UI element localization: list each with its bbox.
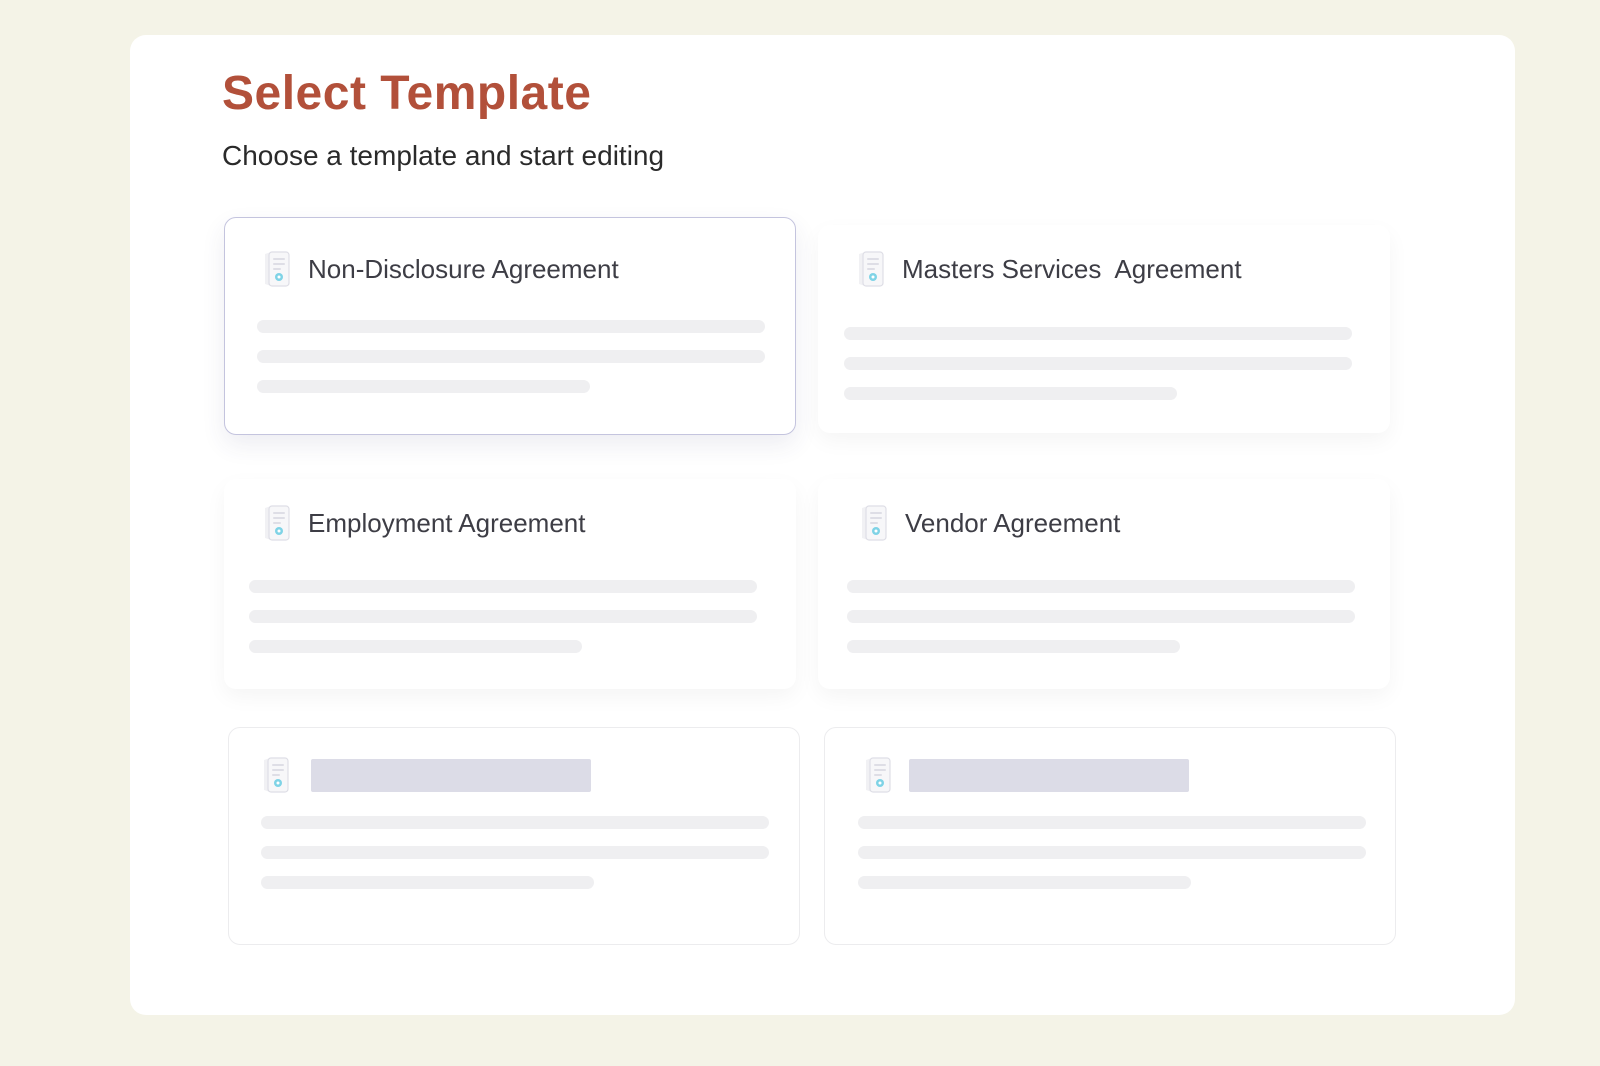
preview-line <box>257 350 765 363</box>
preview-line <box>844 327 1352 340</box>
document-icon <box>259 756 293 794</box>
template-card-employment[interactable]: Employment Agreement <box>224 479 796 689</box>
template-card-masters-services[interactable]: Masters Services Agreement <box>818 225 1390 433</box>
page-title: Select Template <box>222 67 592 120</box>
template-title-placeholder <box>909 758 1189 792</box>
document-icon <box>260 504 294 542</box>
preview-line <box>261 846 769 859</box>
template-card-header: Employment Agreement <box>260 504 585 542</box>
template-card-header: Non-Disclosure Agreement <box>260 250 619 288</box>
template-preview-lines <box>249 580 757 670</box>
template-panel: Select Template Choose a template and st… <box>130 35 1515 1015</box>
preview-line <box>249 640 582 653</box>
preview-line <box>858 876 1191 889</box>
preview-line <box>249 610 757 623</box>
preview-line <box>249 580 757 593</box>
document-icon <box>854 250 888 288</box>
template-card-title: Masters Services Agreement <box>902 254 1242 284</box>
preview-line <box>257 320 765 333</box>
template-title-placeholder <box>311 758 591 792</box>
template-card-vendor[interactable]: Vendor Agreement <box>818 479 1390 689</box>
preview-line <box>858 816 1366 829</box>
template-card-title: Vendor Agreement <box>905 508 1121 538</box>
preview-line <box>261 816 769 829</box>
preview-line <box>257 380 590 393</box>
template-card-header <box>259 756 591 794</box>
document-icon <box>857 504 891 542</box>
preview-line <box>847 580 1355 593</box>
template-card-placeholder[interactable] <box>228 727 800 945</box>
page-subtitle: Choose a template and start editing <box>222 140 665 171</box>
preview-line <box>261 876 594 889</box>
template-card-title: Employment Agreement <box>308 508 586 538</box>
template-card-non-disclosure[interactable]: Non-Disclosure Agreement <box>224 217 796 435</box>
template-preview-lines <box>847 580 1355 670</box>
template-card-placeholder[interactable] <box>824 727 1396 945</box>
preview-line <box>847 610 1355 623</box>
template-card-header: Masters Services Agreement <box>854 250 1242 288</box>
document-icon <box>260 250 294 288</box>
template-preview-lines <box>858 816 1366 906</box>
template-card-title: Non-Disclosure Agreement <box>308 254 619 284</box>
preview-line <box>858 846 1366 859</box>
template-preview-lines <box>257 320 765 410</box>
preview-line <box>844 387 1177 400</box>
template-preview-lines <box>844 327 1352 417</box>
template-card-header <box>861 756 1189 794</box>
preview-line <box>847 640 1180 653</box>
template-card-header: Vendor Agreement <box>857 504 1120 542</box>
preview-line <box>844 357 1352 370</box>
template-preview-lines <box>261 816 769 906</box>
document-icon <box>861 756 895 794</box>
